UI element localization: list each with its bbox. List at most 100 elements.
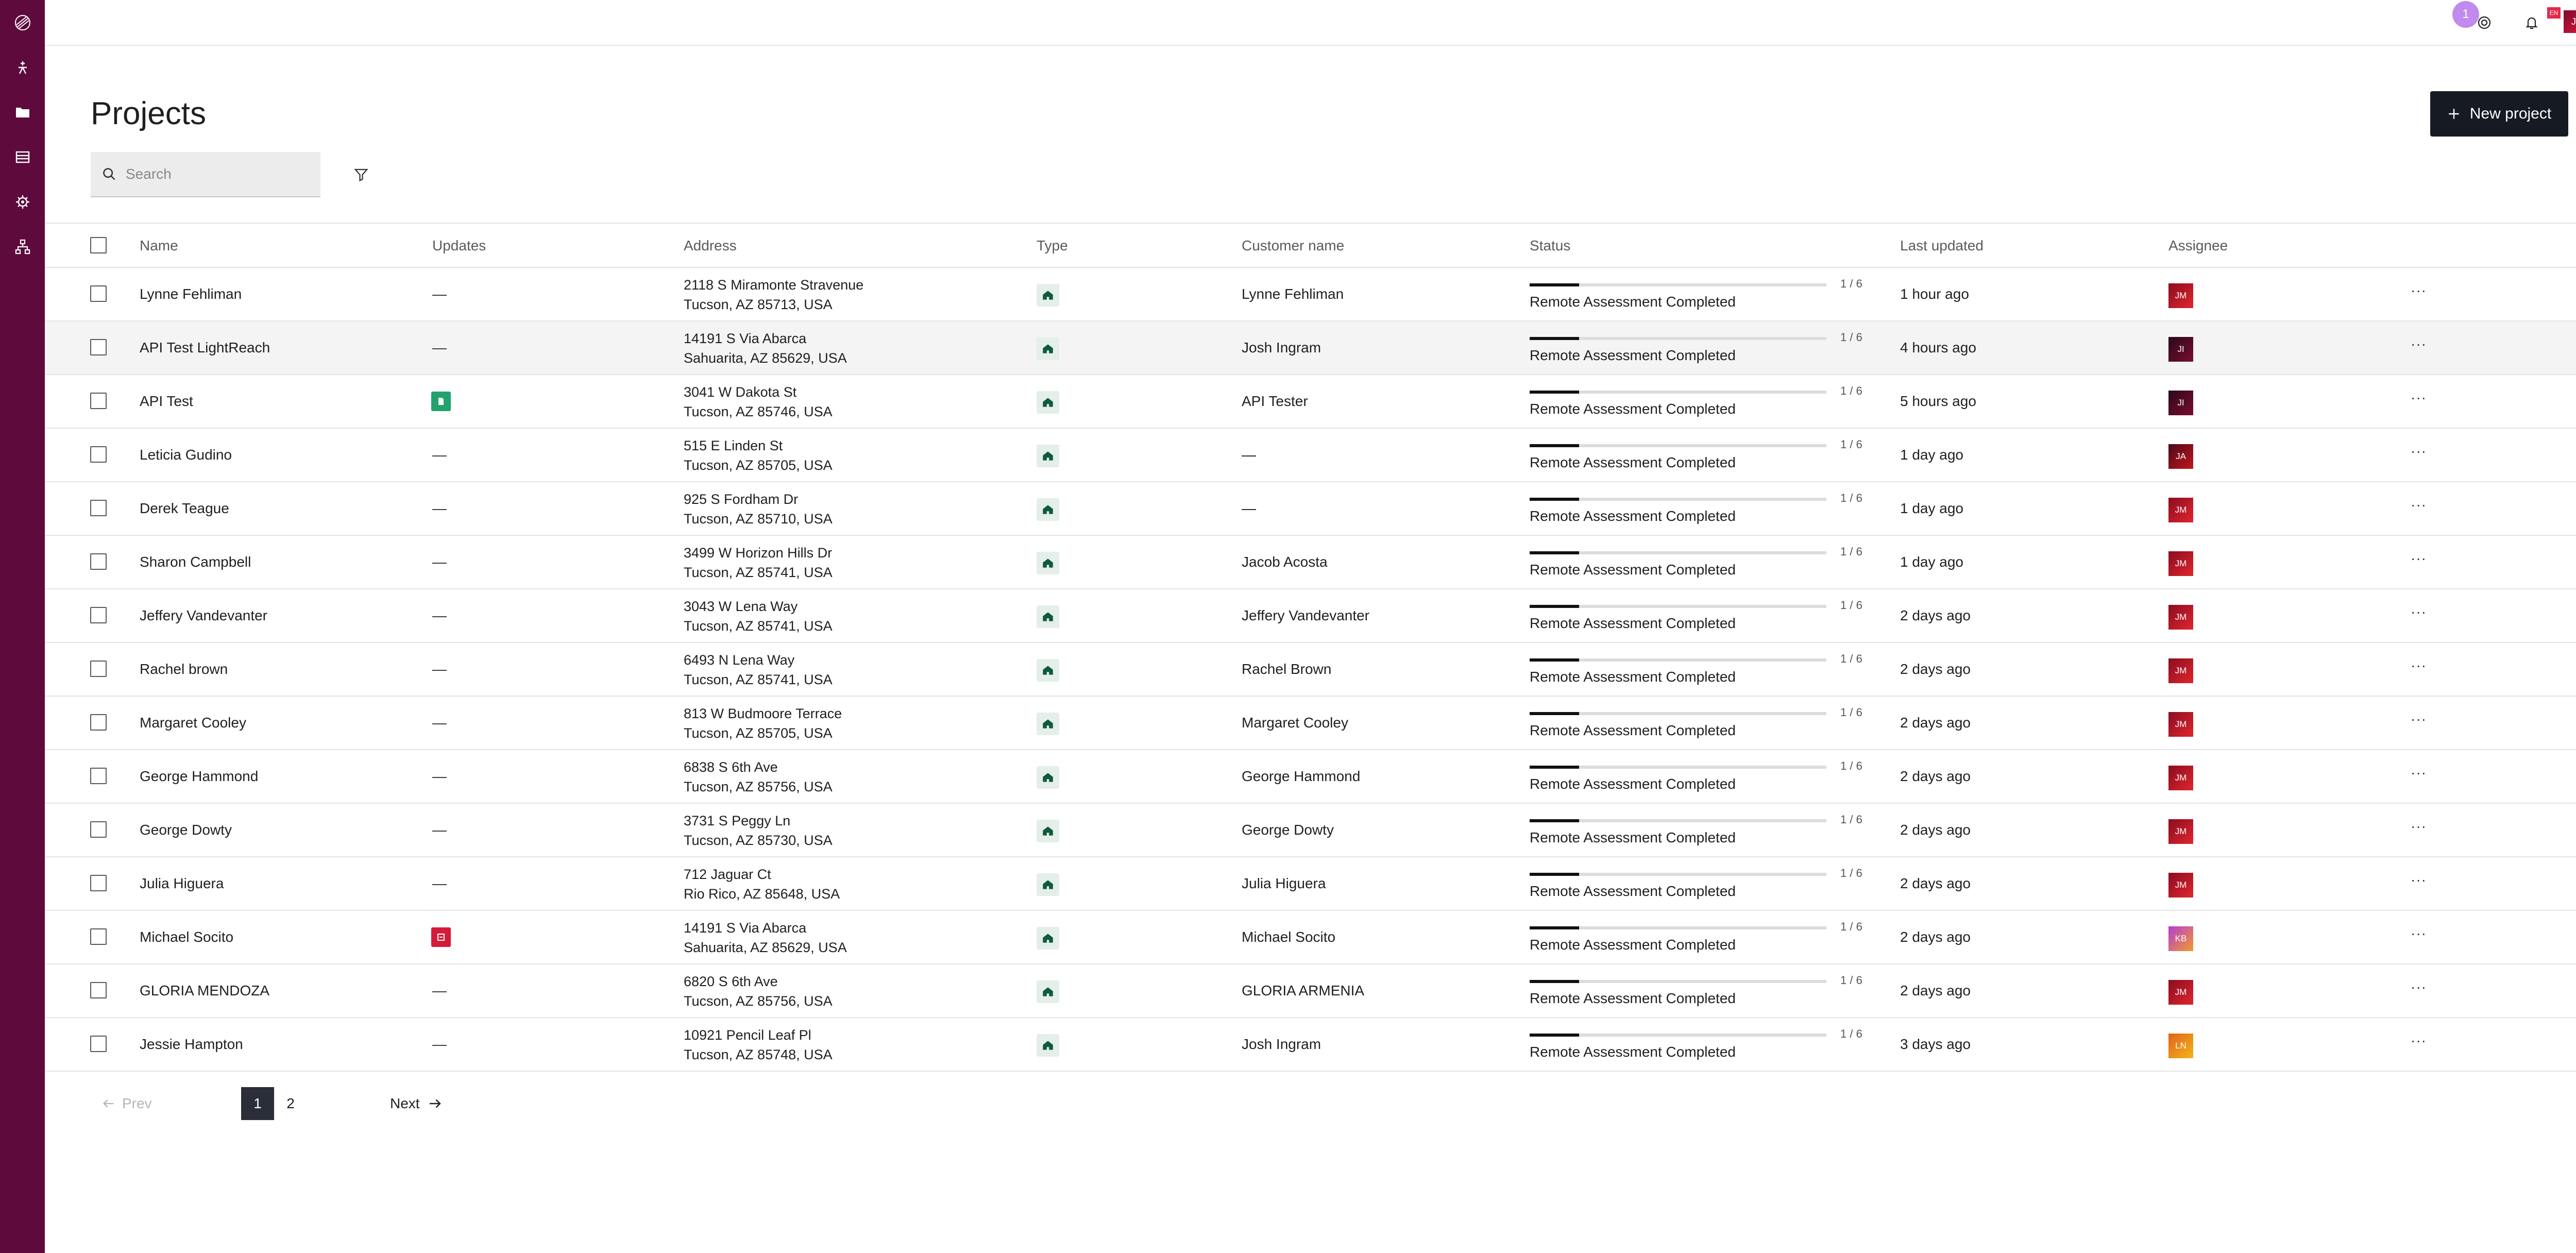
- more-options-icon[interactable]: ···: [2411, 872, 2427, 888]
- table-row[interactable]: Derek Teague — 925 S Fordham Dr Tucson, AZ …: [45, 482, 2576, 536]
- table-row[interactable]: Rachel brown — 6493 N Lena Way Tucson, AZ 8…: [45, 643, 2576, 697]
- assignee-avatar[interactable]: JA: [2168, 444, 2193, 469]
- support-icon[interactable]: [2473, 11, 2496, 34]
- table-row[interactable]: Michael Socito 14191 S Via Abarca Sahuarit…: [45, 911, 2576, 964]
- project-name[interactable]: George Hammond: [140, 768, 258, 785]
- table-row[interactable]: George Hammond — 6838 S 6th Ave Tucson, AZ …: [45, 750, 2576, 804]
- table-row[interactable]: Jeffery Vandevanter — 3043 W Lena Way Tucso…: [45, 589, 2576, 643]
- project-name[interactable]: George Dowty: [140, 822, 232, 838]
- search-input[interactable]: [125, 165, 302, 183]
- search-box[interactable]: [91, 152, 320, 197]
- project-name[interactable]: Jeffery Vandevanter: [140, 607, 267, 624]
- column-header-status[interactable]: Status: [1530, 238, 1570, 254]
- column-header-name[interactable]: Name: [140, 238, 178, 254]
- page-1-button[interactable]: 1: [241, 1087, 274, 1120]
- row-checkbox[interactable]: [90, 285, 107, 302]
- assignee-avatar[interactable]: JI: [2168, 391, 2193, 415]
- row-checkbox[interactable]: [90, 768, 107, 784]
- column-header-type[interactable]: Type: [1037, 238, 1068, 254]
- row-checkbox[interactable]: [90, 553, 107, 570]
- project-name[interactable]: API Test LightReach: [140, 340, 270, 356]
- project-name[interactable]: GLORIA MENDOZA: [140, 983, 269, 999]
- assignee-avatar[interactable]: JM: [2168, 605, 2193, 630]
- more-options-icon[interactable]: ···: [2411, 765, 2427, 781]
- more-options-icon[interactable]: ···: [2411, 550, 2427, 567]
- assignee-avatar[interactable]: KB: [2168, 926, 2193, 951]
- next-page-button[interactable]: Next: [390, 1095, 443, 1112]
- more-options-icon[interactable]: ···: [2411, 1032, 2427, 1049]
- more-options-icon[interactable]: ···: [2411, 443, 2427, 460]
- row-checkbox[interactable]: [90, 500, 107, 516]
- project-name[interactable]: Sharon Campbell: [140, 554, 251, 570]
- page-2-button[interactable]: 2: [274, 1087, 307, 1120]
- project-name[interactable]: Jessie Hampton: [140, 1036, 243, 1053]
- document-update-icon[interactable]: [431, 392, 451, 411]
- more-options-icon[interactable]: ···: [2411, 711, 2427, 727]
- project-name[interactable]: API Test: [140, 393, 193, 410]
- project-name[interactable]: Leticia Gudino: [140, 447, 232, 463]
- table-row[interactable]: Jessie Hampton — 10921 Pencil Leaf Pl Tucso…: [45, 1018, 2576, 1072]
- logo-icon[interactable]: [0, 0, 45, 45]
- pdf-update-icon[interactable]: [431, 927, 451, 947]
- more-options-icon[interactable]: ···: [2411, 925, 2427, 942]
- project-name[interactable]: Margaret Cooley: [140, 715, 246, 731]
- row-checkbox[interactable]: [90, 928, 107, 945]
- settings-gear-icon[interactable]: [0, 179, 45, 224]
- assignee-avatar[interactable]: JM: [2168, 498, 2193, 522]
- more-options-icon[interactable]: ···: [2411, 818, 2427, 835]
- column-header-customer[interactable]: Customer name: [1242, 238, 1344, 254]
- more-options-icon[interactable]: ···: [2411, 657, 2427, 674]
- row-checkbox[interactable]: [90, 393, 107, 409]
- assignee-avatar[interactable]: JM: [2168, 873, 2193, 898]
- project-name[interactable]: Julia Higuera: [140, 875, 224, 892]
- user-avatar[interactable]: JI: [2564, 10, 2576, 33]
- project-name[interactable]: Lynne Fehliman: [140, 286, 242, 302]
- row-checkbox[interactable]: [90, 821, 107, 838]
- column-header-last-updated[interactable]: Last updated: [1900, 238, 1984, 254]
- org-chart-icon[interactable]: [0, 224, 45, 269]
- table-row[interactable]: Lynne Fehliman — 2118 S Miramonte Stravenu…: [45, 268, 2576, 321]
- row-checkbox[interactable]: [90, 714, 107, 731]
- assignee-avatar[interactable]: JM: [2168, 551, 2193, 576]
- column-header-address[interactable]: Address: [684, 238, 737, 254]
- assignee-avatar[interactable]: JM: [2168, 712, 2193, 737]
- row-checkbox[interactable]: [90, 1036, 107, 1052]
- more-options-icon[interactable]: ···: [2411, 336, 2427, 352]
- project-name[interactable]: Rachel brown: [140, 661, 228, 678]
- project-name[interactable]: Michael Socito: [140, 929, 233, 945]
- row-checkbox[interactable]: [90, 661, 107, 677]
- table-row[interactable]: Julia Higuera — 712 Jaguar Ct Rio Rico, AZ …: [45, 857, 2576, 911]
- project-name[interactable]: Derek Teague: [140, 500, 229, 517]
- more-options-icon[interactable]: ···: [2411, 979, 2427, 995]
- row-checkbox[interactable]: [90, 982, 107, 998]
- list-icon[interactable]: [0, 134, 45, 179]
- row-checkbox[interactable]: [90, 875, 107, 891]
- table-row[interactable]: Sharon Campbell — 3499 W Horizon Hills Dr T…: [45, 536, 2576, 589]
- assignee-avatar[interactable]: JM: [2168, 819, 2193, 844]
- table-row[interactable]: Leticia Gudino — 515 E Linden St Tucson, AZ…: [45, 429, 2576, 482]
- row-checkbox[interactable]: [90, 446, 107, 463]
- column-header-assignee[interactable]: Assignee: [2168, 238, 2228, 254]
- more-options-icon[interactable]: ···: [2411, 497, 2427, 513]
- new-project-button[interactable]: New project: [2430, 91, 2568, 137]
- prev-page-button[interactable]: Prev: [101, 1095, 152, 1112]
- projects-folder-icon[interactable]: [0, 90, 45, 134]
- row-checkbox[interactable]: [90, 607, 107, 623]
- table-row[interactable]: George Dowty — 3731 S Peggy Ln Tucson, AZ 8…: [45, 804, 2576, 857]
- more-options-icon[interactable]: ···: [2411, 282, 2427, 299]
- assignee-avatar[interactable]: LN: [2168, 1034, 2193, 1058]
- more-options-icon[interactable]: ···: [2411, 604, 2427, 620]
- select-all-checkbox[interactable]: [90, 237, 107, 253]
- more-options-icon[interactable]: ···: [2411, 390, 2427, 406]
- assignee-avatar[interactable]: JM: [2168, 283, 2193, 308]
- column-header-updates[interactable]: Updates: [432, 238, 486, 254]
- assignee-avatar[interactable]: JI: [2168, 337, 2193, 362]
- assignee-avatar[interactable]: JM: [2168, 658, 2193, 683]
- filter-icon[interactable]: [349, 163, 373, 187]
- bell-icon[interactable]: [2520, 11, 2543, 34]
- table-row[interactable]: API Test 3041 W Dakota St Tucson, AZ 85746…: [45, 375, 2576, 429]
- table-row[interactable]: Margaret Cooley — 813 W Budmoore Terrace Tu…: [45, 697, 2576, 750]
- assignee-avatar[interactable]: JM: [2168, 980, 2193, 1005]
- table-row[interactable]: API Test LightReach — 14191 S Via Abarca Sa…: [45, 321, 2576, 375]
- assignee-avatar[interactable]: JM: [2168, 766, 2193, 790]
